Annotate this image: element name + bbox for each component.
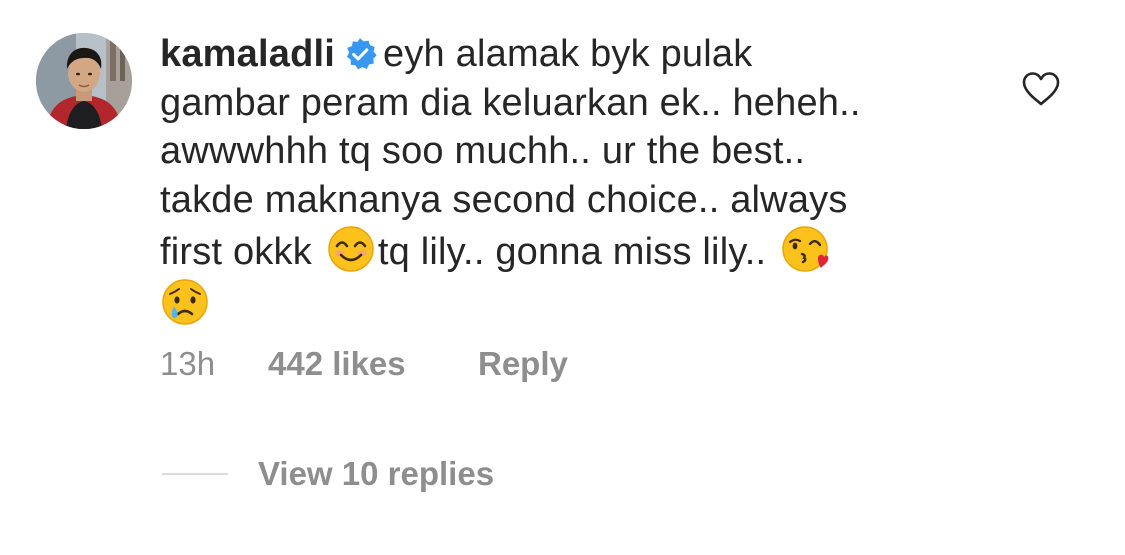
verified-badge-icon — [346, 38, 377, 70]
avatar[interactable] — [36, 33, 132, 129]
comment-line-7 — [160, 277, 980, 330]
likes-count-button[interactable]: 442 likes — [268, 344, 478, 384]
view-replies-button[interactable]: View 10 replies — [258, 455, 494, 493]
comment-text: awwwhhh tq soo muchh.. ur the best.. — [160, 130, 806, 172]
comment-text: first okkk — [160, 231, 312, 273]
username-link[interactable]: kamaladli — [160, 33, 335, 75]
comment-timestamp: 13h — [160, 345, 216, 382]
comment-text: gambar peram dia keluarkan ek.. heheh.. — [160, 81, 861, 124]
comment-text: eyh alamak byk pulak — [383, 33, 753, 75]
comment-line-5: first okkk tq lily.. gonna miss lily.. — [160, 224, 980, 277]
comment-meta: 13h 442 likes Reply — [160, 344, 568, 384]
crying-face-emoji-icon — [162, 278, 208, 325]
face-blowing-kiss-emoji-icon — [782, 226, 829, 272]
comment-text: tq lily.. gonna miss lily.. — [377, 231, 767, 273]
view-replies-row[interactable]: View 10 replies — [162, 455, 494, 495]
comment-line-1: kamaladli eyh alamak byk pulak — [160, 30, 980, 79]
replies-divider — [162, 473, 228, 475]
smiling-face-emoji-icon — [328, 226, 374, 272]
comment-body: kamaladli eyh alamak byk pulak gambar per… — [160, 30, 980, 329]
reply-button[interactable]: Reply — [478, 344, 568, 384]
heart-outline-icon[interactable] — [1021, 71, 1061, 107]
avatar-image — [36, 33, 132, 129]
comment-item: kamaladli eyh alamak byk pulak gambar per… — [0, 0, 1125, 555]
comment-text: takde maknanya second choice.. always — [160, 178, 848, 221]
